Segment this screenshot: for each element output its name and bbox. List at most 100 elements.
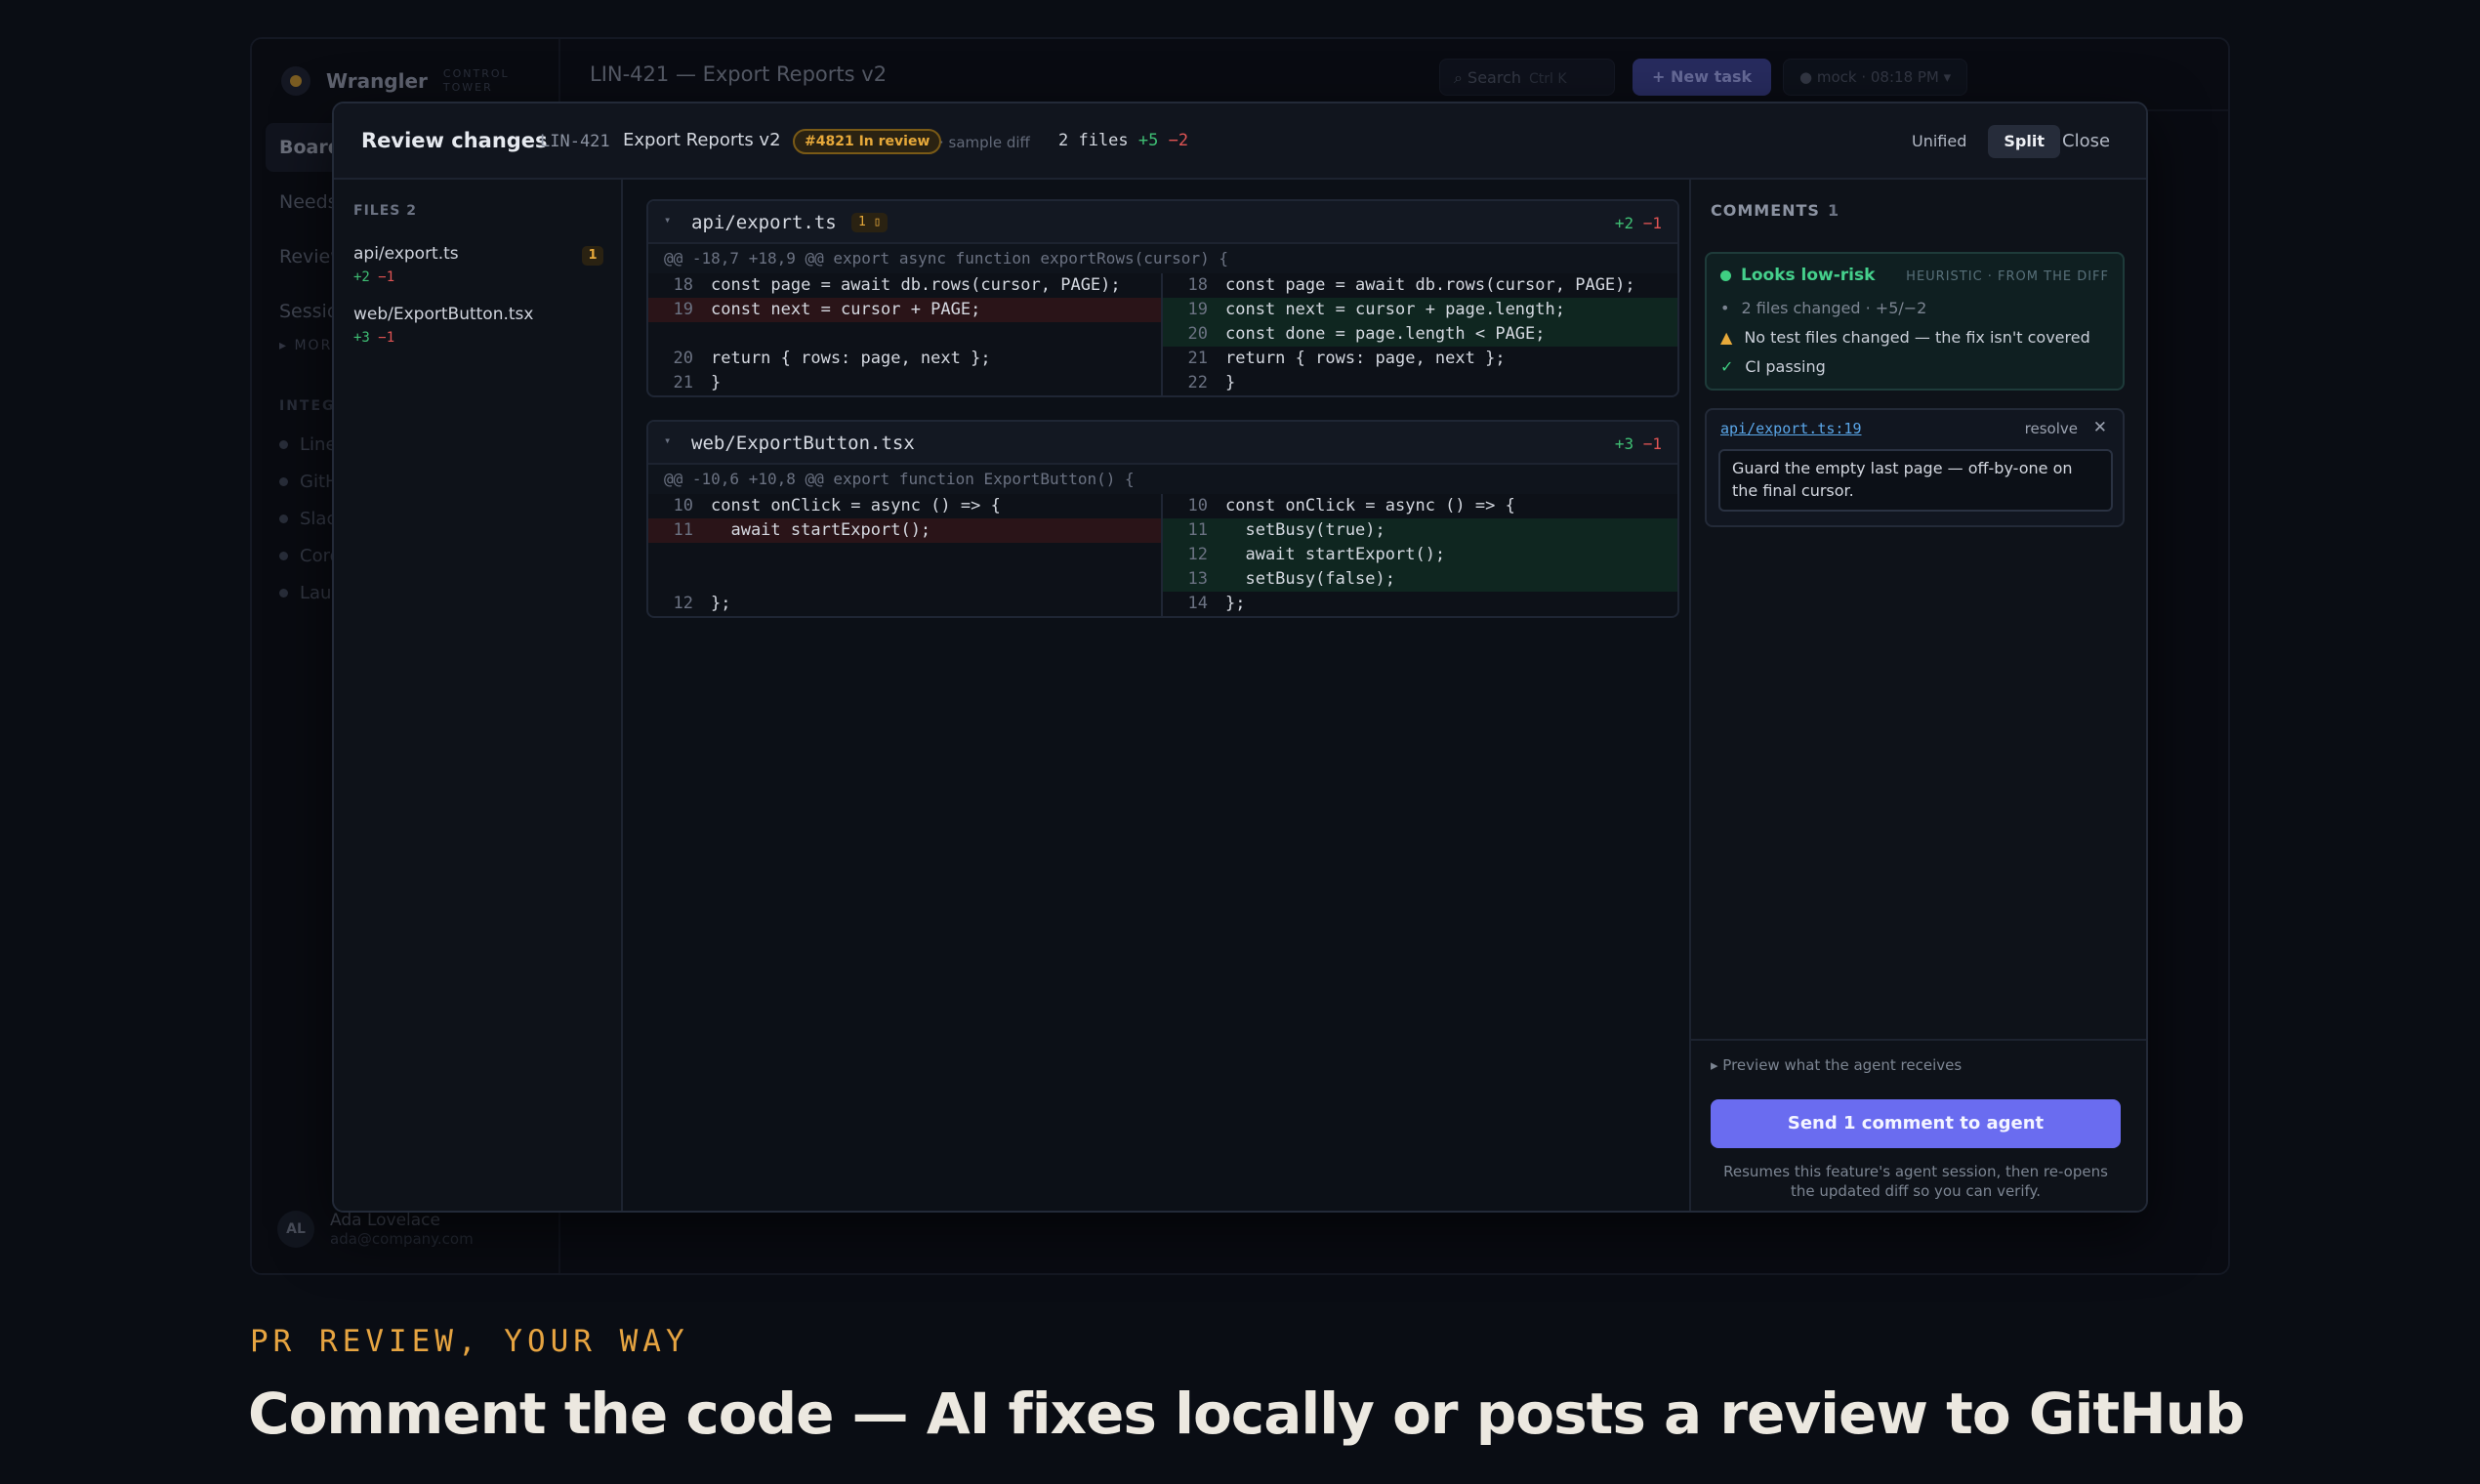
line-number: 11 [1187,520,1208,540]
file-stat: +3 −1 [353,330,603,346]
diff-right-side: 18 const page = await db.rows(cursor, PAG… [1163,273,1677,395]
line-number: 11 [673,520,693,540]
diff-file-stat: +3 −1 [1615,434,1662,453]
diff-viewer: ▾ api/export.ts 1 ▯ +2 −1 @@ -18,7 +18,9… [623,180,1689,1211]
code-text: const onClick = async () => { [1225,496,1515,515]
diff-line[interactable] [648,322,1161,347]
line-number: 18 [673,275,693,295]
code-text: const next = cursor + page.length; [1225,300,1565,319]
code-text: const next = cursor + PAGE; [711,300,981,319]
file-additions: +2 [1614,214,1634,232]
diff-line[interactable]: 13 setBusy(false); [1163,567,1677,592]
line-number: 22 [1187,373,1208,392]
diff-line[interactable]: 20 const done = page.length < PAGE; [1163,322,1677,347]
file-list-item[interactable]: web/ExportButton.tsx +3 −1 [353,305,603,346]
comment-textarea[interactable]: Guard the empty last page — off-by-one o… [1718,449,2113,512]
code-text: const onClick = async () => { [711,496,1001,515]
diff-file-header[interactable]: ▾ api/export.ts 1 ▯ +2 −1 [648,201,1677,244]
diff-line[interactable]: 18 const page = await db.rows(cursor, PAG… [1163,273,1677,298]
diff-file-header[interactable]: ▾ web/ExportButton.tsx +3 −1 [648,422,1677,465]
file-list-item[interactable]: api/export.ts +2 −1 1 [353,244,603,285]
line-number: 14 [1187,594,1208,613]
close-icon[interactable]: ✕ [2093,418,2107,437]
close-button[interactable]: Close [2062,131,2110,151]
line-number: 19 [1187,300,1208,319]
line-number: 18 [1187,275,1208,295]
diff-file: ▾ api/export.ts 1 ▯ +2 −1 @@ -18,7 +18,9… [646,199,1679,397]
files-count: 2 files [1058,131,1129,150]
file-stat: +2 −1 [353,269,603,285]
code-text: setBusy(true); [1225,520,1385,540]
comments-count: 1 [1827,201,1840,220]
diff-line[interactable]: 14}; [1163,592,1677,616]
diff-line[interactable] [648,543,1161,567]
file-name: web/ExportButton.tsx [353,305,534,324]
diff-file: ▾ web/ExportButton.tsx +3 −1 @@ -10,6 +1… [646,420,1679,618]
comments-heading-label: COMMENTS [1711,201,1820,220]
file-deletions: −1 [1642,434,1662,453]
risk-line-ci: ✓ CI passing [1720,357,1826,376]
review-changes-modal: Review changes LIN-421 Export Reports v2… [332,102,2148,1213]
diff-line[interactable]: 12}; [648,592,1161,616]
comment-card: api/export.ts:19 resolve ✕ Guard the emp… [1705,408,2125,527]
line-number: 12 [673,594,693,613]
split-view-button[interactable]: Split [1988,125,2060,158]
caption-eyebrow: PR REVIEW, YOUR WAY [250,1324,689,1359]
hunk-header: @@ -18,7 +18,9 @@ export async function … [648,244,1677,273]
risk-stats-label: 2 files changed · +5/−2 [1741,299,1927,317]
file-additions: +3 [1614,434,1634,453]
diff-line[interactable]: 12 await startExport(); [1163,543,1677,567]
file-additions: +2 [353,269,370,285]
code-text: const done = page.length < PAGE; [1225,324,1546,344]
resolve-button[interactable]: resolve [2025,420,2078,437]
code-text: }; [1225,594,1246,613]
line-number: 10 [1187,496,1208,515]
diff-file-name: api/export.ts [691,212,837,233]
comment-count-badge: 1 ▯ [851,213,889,232]
deletions-count: −2 [1168,131,1189,150]
risk-ci-label: CI passing [1745,357,1826,376]
diff-summary: 2 files +5 −2 [1058,131,1188,150]
line-number: 10 [673,496,693,515]
comment-location-link[interactable]: api/export.ts:19 [1720,420,1862,437]
sample-diff-label: · sample diff [939,134,1030,151]
preview-agent-toggle[interactable]: ▸ Preview what the agent receives [1711,1056,1962,1074]
code-text: await startExport(); [1225,545,1446,564]
diff-line[interactable]: 18 const page = await db.rows(cursor, PAG… [648,273,1161,298]
send-to-agent-button[interactable]: Send 1 comment to agent [1711,1099,2121,1148]
pr-status-badge[interactable]: #4821 In review [793,129,942,154]
code-text: return { rows: page, next }; [711,349,991,368]
diff-line[interactable]: 20 return { rows: page, next }; [648,347,1161,371]
diff-line[interactable]: 21} [648,371,1161,395]
unified-view-button[interactable]: Unified [1896,125,1982,158]
file-deletions: −1 [378,330,395,346]
diff-line[interactable]: 10 const onClick = async () => { [648,494,1161,518]
code-text: const page = await db.rows(cursor, PAGE)… [1225,275,1635,295]
status-dot-icon [1720,269,1731,281]
diff-line[interactable]: 10 const onClick = async () => { [1163,494,1677,518]
risk-summary-card: Looks low-risk HEURISTIC · FROM THE DIFF… [1705,252,2125,391]
collapse-chevron-icon[interactable]: ▾ [664,213,671,227]
diff-line[interactable]: 22} [1163,371,1677,395]
diff-line[interactable]: 11 await startExport(); [648,518,1161,543]
line-number: 13 [1187,569,1208,589]
code-text: } [711,373,722,392]
collapse-chevron-icon[interactable]: ▾ [664,433,671,447]
code-text: return { rows: page, next }; [1225,349,1506,368]
diff-line[interactable]: 19 const next = cursor + PAGE; [648,298,1161,322]
code-text: const page = await db.rows(cursor, PAGE)… [711,275,1121,295]
diff-line[interactable]: 11 setBusy(true); [1163,518,1677,543]
file-name: api/export.ts [353,244,459,264]
diff-right-side: 10 const onClick = async () => { 11 setBus… [1163,494,1677,616]
diff-line[interactable] [648,567,1161,592]
diff-line[interactable]: 21 return { rows: page, next }; [1163,347,1677,371]
diff-file-stat: +2 −1 [1615,214,1662,232]
ticket-id: LIN-421 [540,132,610,151]
send-note: Resumes this feature's agent session, th… [1723,1163,2108,1200]
risk-warning-label: No test files changed — the fix isn't co… [1744,328,2090,347]
files-panel: FILES 2 api/export.ts +2 −1 1 web/Export… [334,180,623,1211]
view-mode-toggle: Unified Split [1896,125,2060,158]
comment-count-badge: 1 [582,246,603,266]
diff-line[interactable]: 19 const next = cursor + page.length; [1163,298,1677,322]
additions-count: +5 [1137,131,1159,150]
